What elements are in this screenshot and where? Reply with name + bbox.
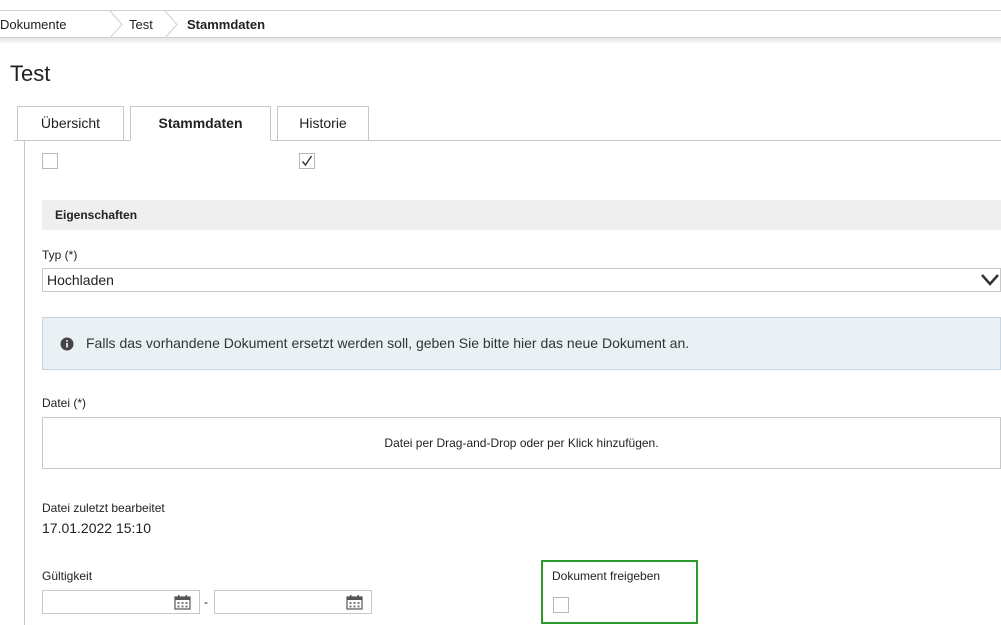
typ-select[interactable]: Hochladen (42, 268, 1001, 292)
chevron-down-icon (980, 272, 1000, 291)
section-header-eigenschaften: Eigenschaften (42, 200, 1001, 230)
page-title: Test (10, 61, 51, 86)
breadcrumb: Dokumente Test Stammdaten (0, 10, 1001, 38)
last-edited-label: Datei zuletzt bearbeitet (42, 501, 165, 515)
breadcrumb-item-dokumente[interactable]: Dokumente (0, 11, 66, 38)
info-message-text: Falls das vorhandene Dokument ersetzt we… (86, 335, 690, 351)
breadcrumb-separator (108, 11, 124, 38)
typ-select-value: Hochladen (47, 272, 114, 288)
datei-label: Datei (*) (42, 396, 87, 410)
info-message: Falls das vorhandene Dokument ersetzt we… (42, 317, 1001, 370)
option-checkbox-2[interactable] (299, 153, 315, 169)
date-range-separator: - (204, 595, 208, 609)
breadcrumb-separator (163, 11, 179, 38)
tab-stammdaten[interactable]: Stammdaten (130, 106, 271, 141)
freigabe-label: Dokument freigeben (552, 569, 661, 583)
freigabe-highlight: Dokument freigeben (541, 560, 698, 624)
breadcrumb-item-test[interactable]: Test (129, 11, 153, 38)
tab-uebersicht[interactable]: Übersicht (17, 106, 124, 141)
header-shadow (0, 38, 1001, 44)
gueltigkeit-label: Gültigkeit (42, 569, 93, 583)
tab-historie[interactable]: Historie (277, 106, 369, 141)
file-dropzone[interactable]: Datei per Drag-and-Drop oder per Klick h… (42, 417, 1001, 469)
breadcrumb-item-stammdaten: Stammdaten (187, 17, 266, 32)
calendar-icon[interactable] (174, 594, 191, 613)
option-checkbox-1[interactable] (42, 153, 58, 169)
checkmark-icon (301, 155, 313, 167)
freigabe-checkbox[interactable] (553, 597, 569, 613)
last-edited-value: 17.01.2022 15:10 (42, 520, 151, 536)
typ-label: Typ (*) (42, 248, 78, 262)
content-frame-border (24, 140, 25, 625)
gueltigkeit-to-input[interactable] (214, 590, 372, 614)
gueltigkeit-from-input[interactable] (42, 590, 200, 614)
calendar-icon[interactable] (346, 594, 363, 613)
info-circle-icon (60, 337, 74, 354)
